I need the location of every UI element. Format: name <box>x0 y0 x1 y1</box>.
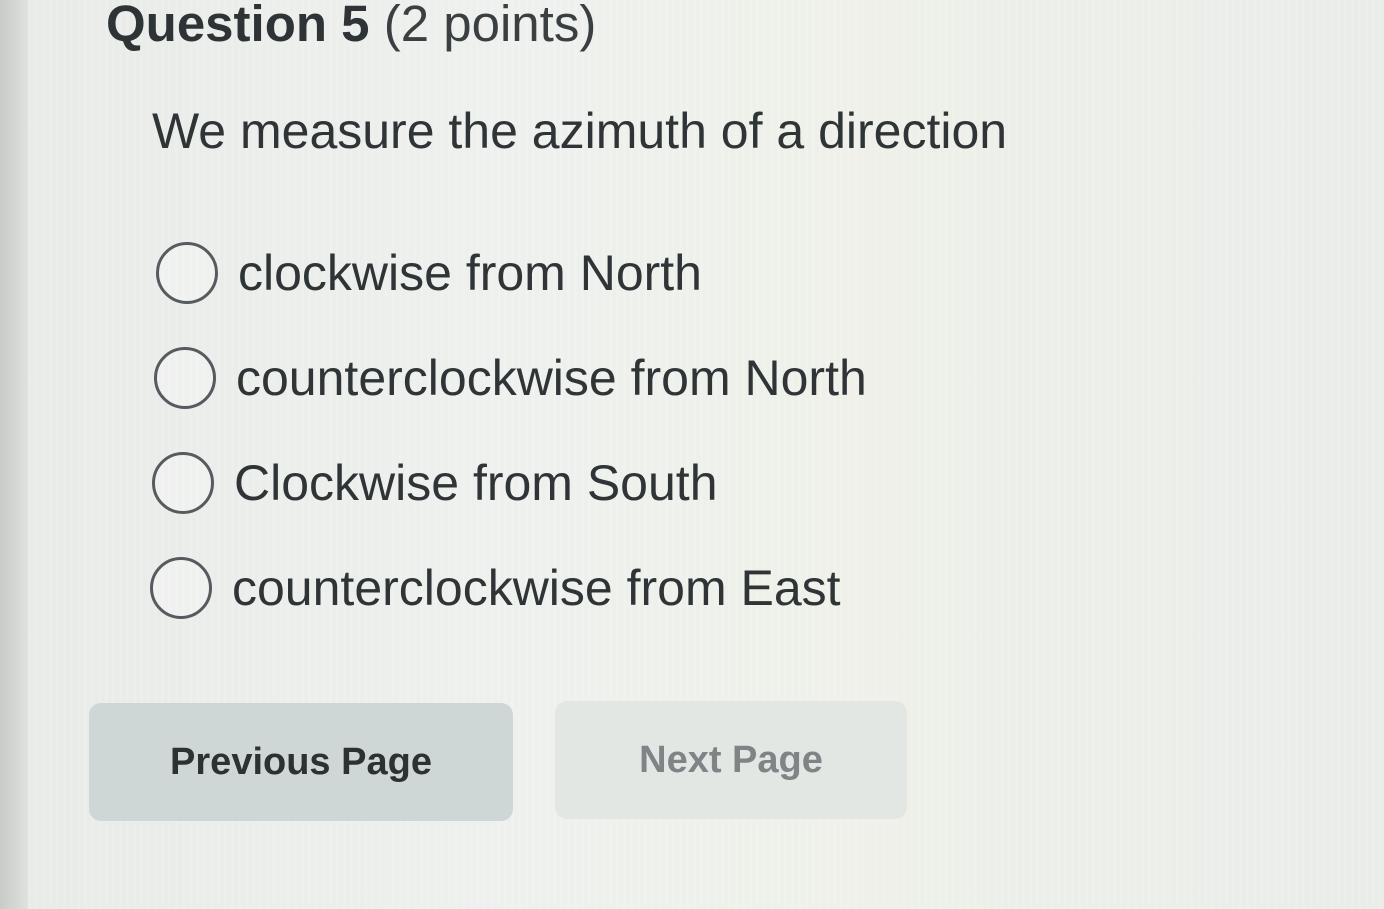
next-page-button[interactable]: Next Page <box>555 701 907 819</box>
question-points: (2 points) <box>383 0 597 52</box>
answer-option-label: clockwise from North <box>238 245 702 301</box>
answer-option-4[interactable]: counterclockwise from East <box>150 553 841 623</box>
radio-button[interactable] <box>154 347 216 409</box>
answer-option-3[interactable]: Clockwise from South <box>152 448 718 518</box>
radio-button[interactable] <box>150 557 212 619</box>
question-prompt: We measure the azimuth of a direction <box>152 103 1008 159</box>
answer-option-label: Clockwise from South <box>234 455 718 511</box>
previous-page-button[interactable]: Previous Page <box>89 703 513 821</box>
left-gutter <box>0 0 28 909</box>
answer-option-label: counterclockwise from East <box>232 560 841 616</box>
quiz-page: Question 5 (2 points) We measure the azi… <box>28 0 1384 909</box>
radio-button[interactable] <box>156 242 218 304</box>
answer-option-1[interactable]: clockwise from North <box>156 238 702 308</box>
question-header: Question 5 (2 points) <box>106 0 596 54</box>
answer-option-label: counterclockwise from North <box>236 350 867 406</box>
question-number: Question 5 <box>106 0 370 52</box>
answer-option-2[interactable]: counterclockwise from North <box>154 343 867 413</box>
radio-button[interactable] <box>152 452 214 514</box>
